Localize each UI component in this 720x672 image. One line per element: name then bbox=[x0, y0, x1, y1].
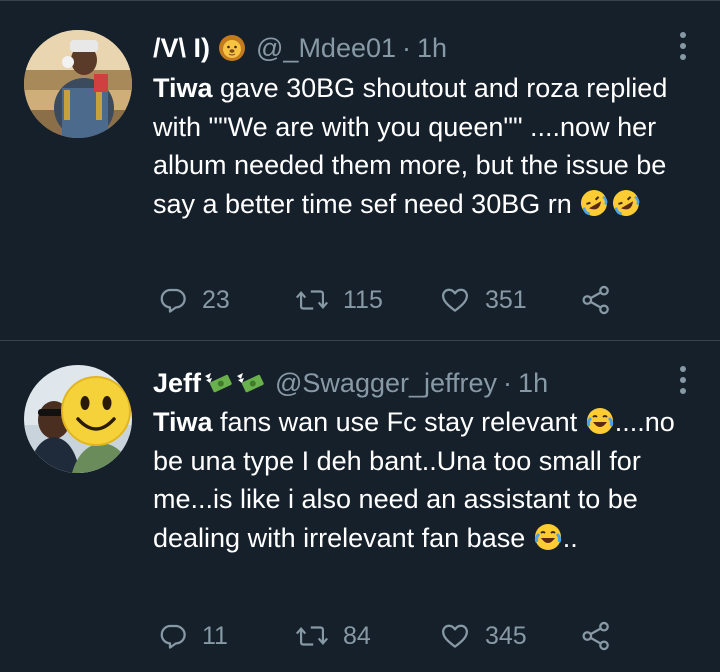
mention-text: Tiwa bbox=[153, 407, 213, 437]
tweet-header: /V\ I) @_Mdee01 · 1h bbox=[153, 31, 447, 65]
tweet-actions: 11 84 345 bbox=[158, 619, 638, 653]
avatar[interactable] bbox=[24, 365, 132, 473]
display-name[interactable]: Jeff bbox=[153, 366, 201, 400]
share-button[interactable] bbox=[580, 619, 612, 653]
money-with-wings-icon bbox=[203, 370, 233, 396]
retweet-count: 115 bbox=[343, 285, 383, 314]
money-with-wings-icon bbox=[235, 370, 265, 396]
heart-icon bbox=[442, 288, 468, 312]
tweet-text-content: fans wan use Fc stay relevant bbox=[212, 407, 585, 437]
user-handle[interactable]: @Swagger_jeffrey bbox=[275, 366, 497, 400]
retweet-icon bbox=[295, 290, 329, 310]
retweet-icon bbox=[295, 626, 329, 646]
tweet-text: Tiwa fans wan use Fc stay relevant ....n… bbox=[153, 403, 698, 558]
separator-dot: · bbox=[503, 368, 513, 398]
mention-text: Tiwa bbox=[153, 73, 213, 103]
tweet-card[interactable]: /V\ I) @_Mdee01 · 1h Tiwa gave 30BG shou… bbox=[0, 0, 720, 340]
reply-count: 11 bbox=[202, 621, 228, 650]
heart-icon bbox=[442, 624, 468, 648]
share-icon bbox=[582, 621, 609, 651]
share-icon bbox=[582, 285, 609, 315]
reply-button[interactable]: 11 bbox=[158, 619, 228, 653]
tweet-actions: 23 115 351 bbox=[158, 283, 638, 317]
display-name[interactable]: /V\ I) bbox=[153, 31, 210, 65]
tweet-text-content: .. bbox=[562, 523, 578, 554]
face-with-tears-of-joy-icon bbox=[534, 524, 561, 551]
timestamp[interactable]: 1h bbox=[518, 366, 548, 400]
retweet-button[interactable]: 84 bbox=[295, 619, 371, 653]
rolling-on-floor-laughing-icon bbox=[613, 190, 640, 217]
timestamp[interactable]: 1h bbox=[417, 31, 447, 65]
more-options-icon[interactable] bbox=[679, 32, 687, 60]
face-with-tears-of-joy-icon bbox=[586, 408, 613, 434]
retweet-button[interactable]: 115 bbox=[295, 283, 383, 317]
like-count: 345 bbox=[485, 621, 527, 650]
user-handle[interactable]: @_Mdee01 bbox=[256, 31, 396, 65]
reply-icon bbox=[160, 624, 186, 649]
reply-count: 23 bbox=[202, 285, 230, 314]
rolling-on-floor-laughing-icon bbox=[581, 190, 608, 217]
reply-button[interactable]: 23 bbox=[158, 283, 230, 317]
tweet-text: Tiwa gave 30BG shoutout and roza replied… bbox=[153, 69, 698, 224]
reply-icon bbox=[160, 288, 186, 313]
tweet-card[interactable]: Jeff @Swagger_jeffrey · 1h Tiwa fans wan… bbox=[0, 341, 720, 672]
like-button[interactable]: 351 bbox=[439, 283, 527, 317]
retweet-count: 84 bbox=[343, 621, 371, 650]
more-options-icon[interactable] bbox=[679, 366, 687, 394]
like-button[interactable]: 345 bbox=[439, 619, 527, 653]
tweet-header: Jeff @Swagger_jeffrey · 1h bbox=[153, 366, 548, 400]
separator-dot: · bbox=[402, 33, 412, 63]
lion-face-icon bbox=[218, 34, 246, 62]
like-count: 351 bbox=[485, 285, 527, 314]
avatar[interactable] bbox=[24, 30, 132, 138]
share-button[interactable] bbox=[580, 283, 612, 317]
